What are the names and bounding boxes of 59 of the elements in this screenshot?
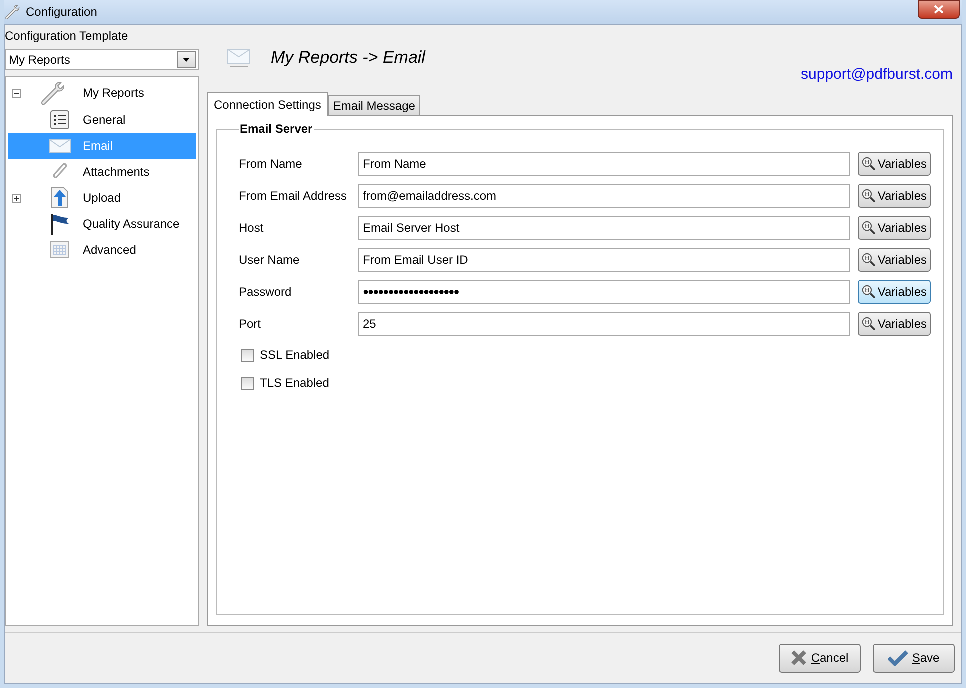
checkbox-label: SSL Enabled bbox=[260, 348, 330, 362]
group-title: Email Server bbox=[239, 122, 314, 136]
tree-item[interactable]: General bbox=[8, 107, 196, 133]
tree-item[interactable]: Advanced bbox=[8, 237, 196, 263]
support-email-link[interactable]: support@pdfburst.com bbox=[801, 66, 953, 83]
variables-button[interactable]: Variables bbox=[858, 152, 931, 176]
envelope-icon bbox=[227, 48, 251, 68]
input-field[interactable]: From Email User ID bbox=[358, 248, 850, 272]
magnifier-icon bbox=[862, 188, 876, 204]
upload-arrow-icon bbox=[51, 187, 69, 209]
field-label: From Name bbox=[239, 157, 304, 171]
tree-item[interactable]: My Reports bbox=[8, 79, 196, 107]
field-label: Port bbox=[239, 317, 262, 331]
cancel-button[interactable]: Cancel bbox=[779, 644, 861, 672]
wrench-icon bbox=[4, 4, 20, 20]
tree-item[interactable]: Quality Assurance bbox=[8, 211, 196, 237]
tree-item[interactable]: Attachments bbox=[8, 159, 196, 185]
cross-icon bbox=[791, 650, 808, 666]
magnifier-icon bbox=[862, 316, 876, 332]
variables-button[interactable]: Variables bbox=[858, 312, 931, 336]
field-label: From Email Address bbox=[239, 189, 348, 203]
collapse-icon[interactable] bbox=[12, 88, 21, 98]
magnifier-icon bbox=[862, 252, 876, 268]
magnifier-icon bbox=[862, 156, 876, 172]
checkbox[interactable] bbox=[241, 376, 254, 390]
field-label: User Name bbox=[239, 253, 301, 267]
input-field[interactable]: Email Server Host bbox=[358, 216, 850, 240]
checkbox[interactable] bbox=[241, 348, 254, 362]
window-title: Configuration bbox=[26, 5, 98, 19]
field-label: Password bbox=[239, 285, 293, 299]
expand-icon[interactable] bbox=[12, 194, 21, 202]
input-field[interactable]: From Name bbox=[358, 152, 850, 176]
variables-button[interactable]: Variables bbox=[858, 216, 931, 240]
tab[interactable]: Connection Settings bbox=[207, 92, 328, 116]
input-field[interactable]: ●●●●●●●●●●●●●●●●●●● bbox=[358, 280, 850, 304]
variables-button[interactable]: Variables bbox=[858, 184, 931, 208]
input-field[interactable]: from@emailaddress.com bbox=[358, 184, 850, 208]
grid-icon bbox=[50, 240, 70, 260]
magnifier-icon bbox=[862, 284, 876, 300]
variables-button[interactable]: Variables bbox=[858, 280, 931, 304]
field-label: Host bbox=[239, 221, 265, 235]
checkbox-label: TLS Enabled bbox=[260, 376, 330, 390]
envelope-icon bbox=[49, 138, 71, 154]
variables-button[interactable]: Variables bbox=[858, 248, 931, 272]
magnifier-icon bbox=[862, 220, 876, 236]
dropdown-arrow-icon bbox=[183, 58, 190, 62]
save-button[interactable]: Save bbox=[873, 644, 955, 672]
template-label: Configuration Template bbox=[5, 29, 130, 45]
wrench-icon bbox=[39, 80, 65, 106]
page-title: My Reports -> Email bbox=[271, 48, 426, 68]
tab[interactable]: Email Message bbox=[328, 95, 420, 115]
checkmark-icon bbox=[888, 650, 908, 666]
close-icon bbox=[934, 5, 944, 14]
input-field[interactable]: 25 bbox=[358, 312, 850, 336]
flag-icon bbox=[50, 213, 70, 235]
tree-item[interactable]: Upload bbox=[8, 185, 196, 211]
template-dropdown[interactable]: My Reports bbox=[5, 49, 199, 70]
list-icon bbox=[50, 110, 70, 130]
close-button[interactable] bbox=[918, 0, 960, 19]
